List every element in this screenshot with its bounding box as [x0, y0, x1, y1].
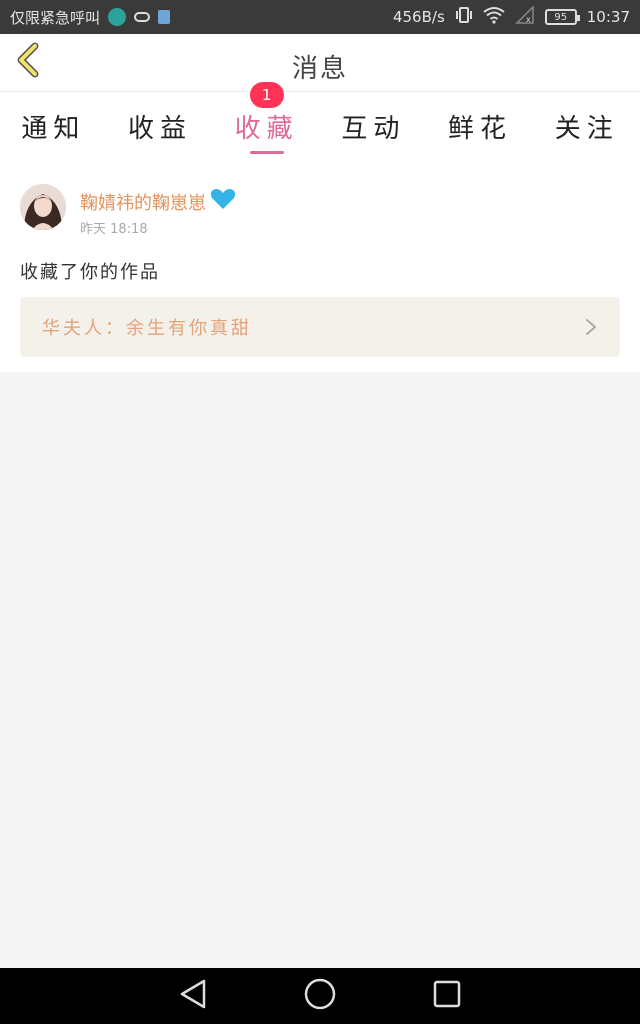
recents-square-icon [432, 979, 462, 1013]
vibrate-icon [455, 6, 473, 28]
tab-favorites[interactable]: 1 收藏 [213, 82, 320, 160]
nav-home-button[interactable] [300, 976, 340, 1016]
status-bar: 仅限紧急呼叫 456B/s x 95 10:37 [0, 0, 640, 34]
avatar[interactable] [20, 184, 66, 230]
active-tab-indicator [249, 151, 284, 154]
tab-label: 鲜花 [448, 113, 513, 144]
chevron-right-icon [584, 317, 598, 337]
battery-icon: 95 [544, 9, 580, 25]
tab-follows[interactable]: 关注 [533, 92, 640, 160]
tab-flowers[interactable]: 鲜花 [427, 92, 534, 160]
tab-notifications[interactable]: 通知 [0, 92, 107, 160]
svg-text:x: x [526, 15, 531, 24]
wifi-icon [483, 6, 505, 28]
download-icon [158, 10, 171, 24]
tab-label: 收益 [128, 113, 193, 144]
sender-name-text: 鞠婧祎的鞠崽崽 [80, 192, 206, 214]
message-action-text: 收藏了你的作品 [20, 262, 160, 283]
sender-name[interactable]: 鞠婧祎的鞠崽崽 [80, 188, 236, 215]
tab-earnings[interactable]: 收益 [107, 92, 214, 160]
tab-label: 互动 [341, 113, 406, 144]
app-icon [108, 8, 127, 26]
system-nav-bar [0, 968, 640, 1024]
work-title: 华夫人：余生有你真甜 [42, 318, 252, 339]
home-circle-icon [303, 977, 337, 1015]
tab-bar: 通知 收益 1 收藏 互动 鲜花 关注 [0, 82, 640, 160]
bluetooth-glasses-icon [134, 12, 151, 22]
tab-label: 关注 [554, 113, 619, 144]
battery-level: 95 [554, 11, 568, 23]
heart-icon [210, 188, 236, 215]
nav-recents-button[interactable] [427, 976, 467, 1016]
network-speed: 456B/s [392, 8, 445, 26]
tab-interactions[interactable]: 互动 [320, 92, 427, 160]
back-triangle-icon [178, 978, 208, 1014]
tab-label: 通知 [21, 113, 86, 144]
nav-back-button[interactable] [173, 976, 213, 1016]
signal-icon: x [514, 5, 535, 28]
header: 消息 [0, 34, 640, 92]
tab-label: 收藏 [234, 113, 299, 144]
unread-badge: 1 [249, 82, 284, 108]
message-item: 鞠婧祎的鞠崽崽 昨天 18:18 收藏了你的作品 华夫人：余生有你真甜 [0, 160, 640, 372]
message-time: 昨天 18:18 [80, 222, 148, 237]
work-link[interactable]: 华夫人：余生有你真甜 [20, 297, 620, 357]
clock: 10:37 [586, 8, 630, 26]
page-title: 消息 [291, 54, 348, 84]
carrier-text: 仅限紧急呼叫 [10, 8, 101, 27]
empty-content-area [0, 372, 640, 968]
